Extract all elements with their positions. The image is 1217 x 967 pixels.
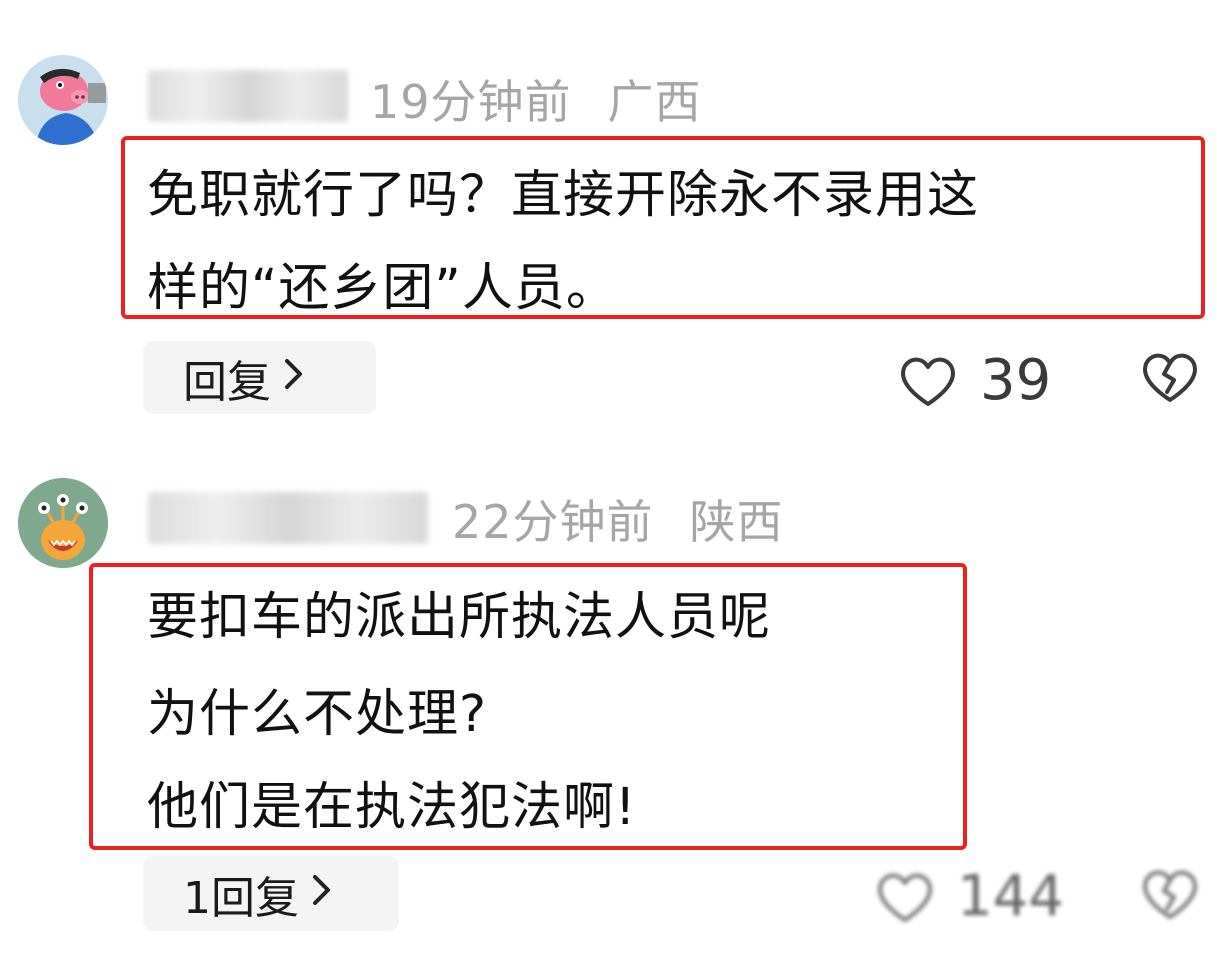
heart-icon	[878, 873, 932, 922]
comment-time: 22分钟前	[452, 495, 654, 549]
dislike-button[interactable]	[1140, 350, 1200, 408]
reply-label: 1回复	[183, 872, 299, 924]
reply-button[interactable]: 回复	[143, 341, 376, 414]
comment-item: 19分钟前 广西 免职就行了吗？直接开除永不录用这 样的“还乡团”人员。 回复 3…	[0, 0, 1217, 440]
comment-text-line: 样的“还乡团”人员。	[147, 259, 618, 318]
user-avatar[interactable]	[18, 478, 108, 568]
broken-heart-icon	[1143, 353, 1197, 402]
cartoon-pig-avatar-icon	[18, 55, 108, 145]
like-button[interactable]: 39	[898, 348, 1051, 413]
like-count: 39	[980, 348, 1052, 413]
username-blurred[interactable]	[148, 492, 428, 544]
comment-text-line: 为什么不处理?	[147, 685, 488, 744]
chevron-right-icon	[311, 871, 333, 917]
dislike-button[interactable]	[1140, 867, 1200, 925]
comment-text-line: 免职就行了吗？直接开除永不录用这	[147, 166, 980, 225]
comment-item: 22分钟前 陕西 要扣车的派出所执法人员呢 为什么不处理? 他们是在执法犯法啊! …	[0, 460, 1217, 967]
chevron-right-icon	[283, 355, 305, 401]
comment-text-line: 他们是在执法犯法啊!	[147, 778, 637, 837]
comment-meta: 19分钟前 广西	[370, 66, 702, 132]
reply-label: 回复	[183, 356, 271, 408]
like-count: 144	[957, 864, 1064, 929]
user-avatar[interactable]	[18, 55, 108, 145]
reply-button[interactable]: 1回复	[143, 856, 399, 931]
comment-meta: 22分钟前 陕西	[452, 486, 784, 552]
comment-text-line: 要扣车的派出所执法人员呢	[147, 588, 772, 647]
like-button[interactable]: 144	[875, 864, 1064, 929]
cartoon-monster-avatar-icon	[18, 478, 108, 568]
broken-heart-icon	[1143, 870, 1197, 919]
comment-location: 陕西	[689, 495, 784, 549]
comment-time: 19分钟前	[370, 75, 572, 129]
username-blurred[interactable]	[148, 70, 348, 122]
comment-location: 广西	[607, 75, 702, 129]
heart-icon	[901, 357, 955, 406]
